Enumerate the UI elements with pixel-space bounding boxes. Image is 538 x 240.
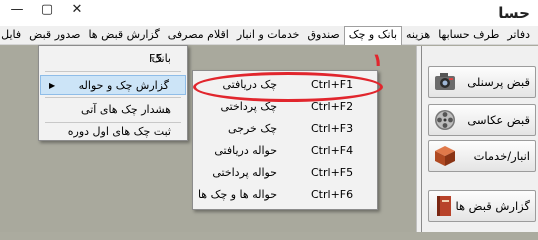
menu-services-warehouse[interactable]: خدمات و انبار — [233, 26, 304, 45]
minimize-button[interactable]: — — [2, 0, 32, 22]
box-icon — [434, 145, 456, 167]
submenu-item-received-remittance[interactable]: حواله دریافتی Ctrl+F4 — [193, 139, 377, 163]
dropdown-item-cheque-report[interactable]: گزارش چک و حواله ▶ — [40, 75, 186, 95]
dropdown-item-shortcut: F5 — [149, 52, 163, 65]
menu-ledgers[interactable]: دفاتر — [503, 26, 534, 45]
title-bar: — ▢ ✕ حسا — [0, 0, 538, 26]
window-title: حسا — [498, 4, 530, 22]
menu-expense[interactable]: هزینه — [402, 26, 434, 45]
dropdown-item-label: هشدار چک های آتی — [81, 103, 171, 116]
book-icon — [433, 195, 455, 217]
submenu-item-shortcut: Ctrl+F3 — [311, 122, 354, 135]
receipt-reports-button[interactable]: گزارش قبض ها — [428, 190, 536, 222]
submenu-item-remittances-and-cheques[interactable]: حواله ها و چک ها Ctrl+F6 — [193, 183, 377, 207]
services-warehouse-button[interactable]: انبار/خدمات — [428, 140, 536, 172]
dropdown-item-label: ثبت چک های اول دوره — [67, 125, 171, 138]
services-warehouse-label: انبار/خدمات — [473, 149, 530, 163]
close-button[interactable]: ✕ — [62, 0, 92, 22]
menu-cashbox[interactable]: صندوق — [303, 26, 343, 45]
annotation-number: ١ — [372, 50, 383, 71]
submenu-arrow-icon: ▶ — [49, 81, 56, 90]
bank-cheque-dropdown: بانک F5 گزارش چک و حواله ▶ هشدار چک های … — [38, 45, 188, 141]
window-controls: — ▢ ✕ — [2, 0, 92, 26]
submenu-item-label: حواله ها و چک ها — [197, 188, 277, 201]
maximize-button[interactable]: ▢ — [32, 0, 62, 22]
photo-receipt-label: قبض عکاسی — [467, 113, 530, 127]
photo-receipt-button[interactable]: قبض عکاسی — [428, 104, 536, 136]
camera-icon — [434, 71, 456, 93]
submenu-item-paid-remittance[interactable]: حواله پرداختی Ctrl+F5 — [193, 161, 377, 185]
highlight-circle-annotation — [193, 72, 383, 102]
menu-bank-cheque[interactable]: بانک و چک — [343, 26, 403, 45]
film-reel-icon — [434, 109, 456, 131]
submenu-item-label: حواله دریافتی — [214, 144, 277, 157]
menu-consumables[interactable]: اقلام مصرفی — [164, 26, 233, 45]
menu-receipt-reports[interactable]: گزارش قبض ها — [84, 26, 163, 45]
submenu-item-shortcut: Ctrl+F5 — [311, 166, 354, 179]
panel-splitter[interactable] — [421, 46, 422, 232]
dropdown-item-future-cheques[interactable]: هشدار چک های آتی — [39, 100, 187, 120]
receipt-reports-label: گزارش قبض ها — [455, 199, 530, 213]
menu-separator — [45, 97, 181, 98]
submenu-item-shortcut: Ctrl+F4 — [311, 144, 354, 157]
submenu-item-label: حواله پرداختی — [212, 166, 277, 179]
personnel-receipt-button[interactable]: قبض پرسنلی — [428, 66, 536, 98]
submenu-item-shortcut: Ctrl+F6 — [311, 188, 354, 201]
dropdown-item-opening-cheques[interactable]: ثبت چک های اول دوره — [39, 122, 187, 142]
submenu-item-label: چک خرجی — [228, 122, 277, 135]
dropdown-item-label: گزارش چک و حواله — [78, 79, 169, 92]
menu-separator — [45, 71, 181, 72]
menu-bar: فایل صدور قبض گزارش قبض ها اقلام مصرفی خ… — [0, 26, 538, 45]
dropdown-item-bank[interactable]: بانک F5 — [39, 49, 187, 69]
menu-accounts[interactable]: طرف حسابها — [434, 26, 503, 45]
personnel-receipt-label: قبض پرسنلی — [467, 75, 530, 89]
menu-file[interactable]: فایل — [0, 26, 25, 45]
submenu-item-spent-cheque[interactable]: چک خرجی Ctrl+F3 — [193, 117, 377, 141]
menu-issue-receipt[interactable]: صدور قبض — [25, 26, 84, 45]
